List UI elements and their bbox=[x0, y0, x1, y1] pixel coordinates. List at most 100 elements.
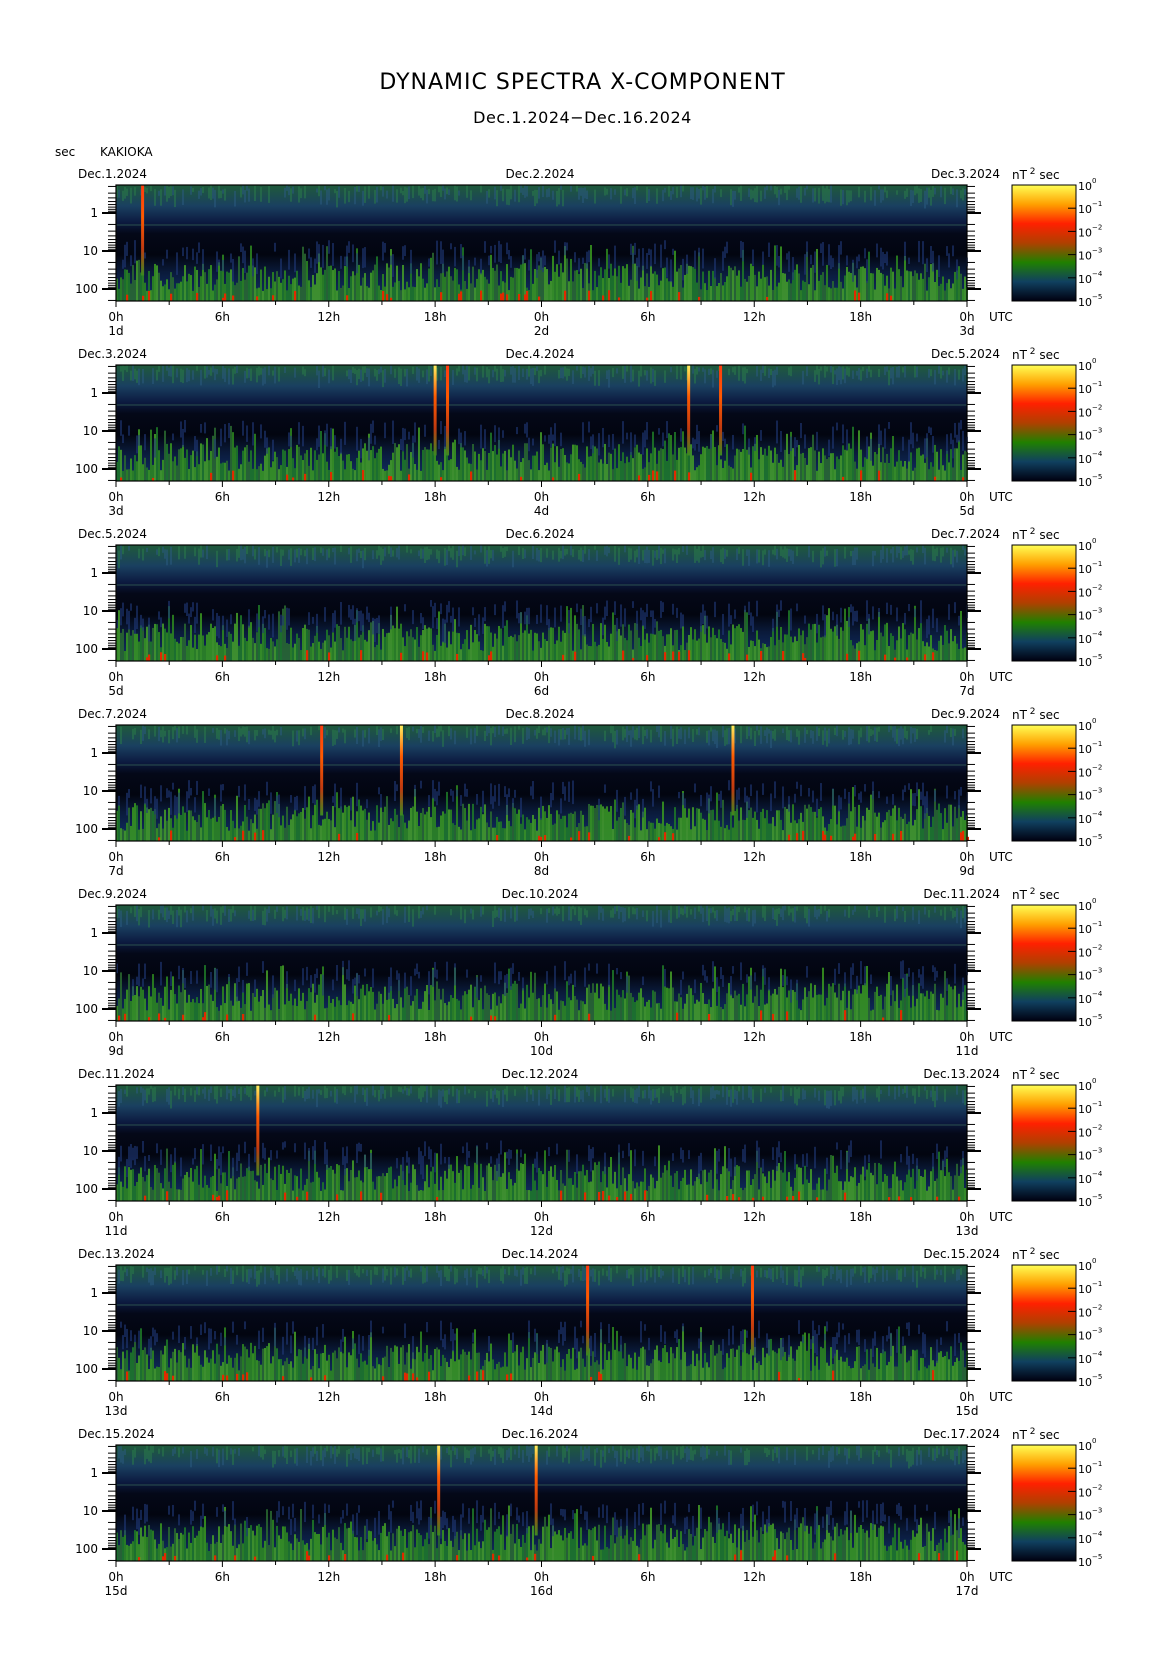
colorbar-exponent: −4 bbox=[1092, 990, 1103, 998]
x-tick-label: 18h bbox=[424, 1390, 447, 1404]
y-tick-label: 1 bbox=[90, 1466, 98, 1480]
day-label: 3d bbox=[108, 504, 123, 518]
x-ticks bbox=[115, 301, 968, 307]
spectrogram-svg: 1101000h 6h 12h 18h 0h 6h 12h 18h 0h UTC13d 14d 15d… bbox=[75, 1257, 1103, 1418]
x-tick-label: 6h bbox=[215, 1570, 230, 1584]
x-tick-label: 6h bbox=[640, 1210, 655, 1224]
colorbar-label: 10 bbox=[1078, 900, 1092, 913]
x-tick-label: 0h bbox=[534, 670, 549, 684]
x-ticks bbox=[115, 841, 968, 847]
event-streak bbox=[433, 365, 437, 456]
x-tick-label: 18h bbox=[849, 1210, 872, 1224]
colorbar-exponent: −3 bbox=[1092, 1327, 1102, 1335]
x-tick-label: 18h bbox=[849, 1390, 872, 1404]
x-tick-label: 18h bbox=[424, 850, 447, 864]
y-tick-label: 10 bbox=[83, 784, 98, 798]
x-tick-label: 12h bbox=[743, 310, 766, 324]
colorbar-exponent: −4 bbox=[1092, 450, 1103, 458]
x-tick-label: 6h bbox=[215, 310, 230, 324]
colorbar-label: 10 bbox=[1078, 360, 1092, 373]
colorbar-label: 10 bbox=[1078, 1376, 1092, 1389]
day-label: 16d bbox=[530, 1584, 553, 1598]
colorbar: 10 010 −110 −210 −310 −410 −5 bbox=[1011, 177, 1103, 309]
day-label: 8d bbox=[534, 864, 549, 878]
day-label: 5d bbox=[108, 684, 123, 698]
day-label: 3d bbox=[959, 324, 974, 338]
panel-4: Dec.7.2024 Dec.8.2024 Dec.9.2024 nT 2 sec 1 1… bbox=[0, 705, 1165, 885]
x-ticks bbox=[115, 1201, 968, 1207]
x-tick-label: 0h bbox=[534, 310, 549, 324]
colorbar-exponent: 0 bbox=[1092, 717, 1096, 725]
colorbar-exponent: −1 bbox=[1092, 1280, 1102, 1288]
y-tick-label: 10 bbox=[83, 1324, 98, 1338]
x-tick-label: 12h bbox=[317, 490, 340, 504]
y-tick-label: 100 bbox=[75, 822, 98, 836]
colorbar-label: 10 bbox=[1078, 1016, 1092, 1029]
colorbar-label: 10 bbox=[1078, 1103, 1092, 1116]
colorbar-exponent: −2 bbox=[1092, 1303, 1102, 1311]
x-tick-label: 18h bbox=[424, 1570, 447, 1584]
colorbar-label: 10 bbox=[1078, 790, 1092, 803]
x-tick-label: 12h bbox=[317, 1570, 340, 1584]
x-tick-label: 0h bbox=[959, 850, 974, 864]
day-label: 13d bbox=[105, 1404, 128, 1418]
x-axis-suffix: UTC bbox=[989, 490, 1013, 504]
x-tick-label: 0h bbox=[108, 670, 123, 684]
colorbar: 10 010 −110 −210 −310 −410 −5 bbox=[1011, 1077, 1103, 1209]
y-tick-label: 10 bbox=[83, 1144, 98, 1158]
colorbar-label: 10 bbox=[1078, 813, 1092, 826]
spectrogram-svg: 1101000h 6h 12h 18h 0h 6h 12h 18h 0h UTC3d 4d 5d10 0… bbox=[75, 357, 1103, 518]
x-tick-label: 12h bbox=[317, 310, 340, 324]
colorbar-label: 10 bbox=[1078, 923, 1092, 936]
chart-subtitle: Dec.1.2024−Dec.16.2024 bbox=[473, 108, 692, 127]
y-tick-label: 1 bbox=[90, 206, 98, 220]
x-tick-label: 6h bbox=[640, 1390, 655, 1404]
y-tick-label: 100 bbox=[75, 1182, 98, 1196]
colorbar-label: 10 bbox=[1078, 1126, 1092, 1139]
event-streak bbox=[399, 725, 403, 816]
x-tick-label: 0h bbox=[534, 850, 549, 864]
colorbar-exponent: −2 bbox=[1092, 403, 1102, 411]
panel-5: Dec.9.2024 Dec.10.2024 Dec.11.2024 nT 2 sec… bbox=[0, 885, 1165, 1065]
day-label: 4d bbox=[534, 504, 549, 518]
x-tick-label: 0h bbox=[959, 670, 974, 684]
y-tick-label: 1 bbox=[90, 746, 98, 760]
colorbar-label: 10 bbox=[1078, 1283, 1092, 1296]
colorbar: 10 010 −110 −210 −310 −410 −5 bbox=[1011, 897, 1103, 1029]
x-tick-label: 12h bbox=[317, 670, 340, 684]
x-tick-label: 6h bbox=[640, 1570, 655, 1584]
day-label: 13d bbox=[956, 1224, 979, 1238]
day-label: 11d bbox=[956, 1044, 979, 1058]
day-label: 5d bbox=[959, 504, 974, 518]
colorbar-label: 10 bbox=[1078, 383, 1092, 396]
x-tick-label: 18h bbox=[849, 310, 872, 324]
colorbar-label: 10 bbox=[1078, 1306, 1092, 1319]
x-tick-label: 0h bbox=[108, 1570, 123, 1584]
colorbar-label: 10 bbox=[1078, 1440, 1092, 1453]
colorbar-label: 10 bbox=[1078, 540, 1092, 553]
colorbar-label: 10 bbox=[1078, 970, 1092, 983]
day-label: 7d bbox=[959, 684, 974, 698]
x-tick-label: 0h bbox=[959, 1210, 974, 1224]
panel-8: Dec.15.2024 Dec.16.2024 Dec.17.2024 nT 2 se… bbox=[0, 1425, 1165, 1605]
colorbar-label: 10 bbox=[1078, 273, 1092, 286]
y-tick-label: 100 bbox=[75, 1542, 98, 1556]
x-ticks bbox=[115, 481, 968, 487]
colorbar-exponent: −2 bbox=[1092, 583, 1102, 591]
colorbar-label: 10 bbox=[1078, 1510, 1092, 1523]
colorbar-label: 10 bbox=[1078, 563, 1092, 576]
event-streak bbox=[446, 365, 450, 456]
colorbar-exponent: −4 bbox=[1092, 810, 1103, 818]
colorbar-exponent: −4 bbox=[1092, 270, 1103, 278]
colorbar-label: 10 bbox=[1078, 993, 1092, 1006]
x-tick-label: 6h bbox=[215, 490, 230, 504]
day-label: 14d bbox=[530, 1404, 553, 1418]
colorbar-label: 10 bbox=[1078, 1260, 1092, 1273]
colorbar-exponent: 0 bbox=[1092, 1077, 1096, 1085]
x-tick-label: 0h bbox=[959, 1030, 974, 1044]
x-ticks bbox=[115, 661, 968, 667]
panel-2: Dec.3.2024 Dec.4.2024 Dec.5.2024 nT 2 sec 1 1… bbox=[0, 345, 1165, 525]
event-streak bbox=[750, 1265, 754, 1356]
colorbar-exponent: −2 bbox=[1092, 1123, 1102, 1131]
y-tick-label: 10 bbox=[83, 604, 98, 618]
